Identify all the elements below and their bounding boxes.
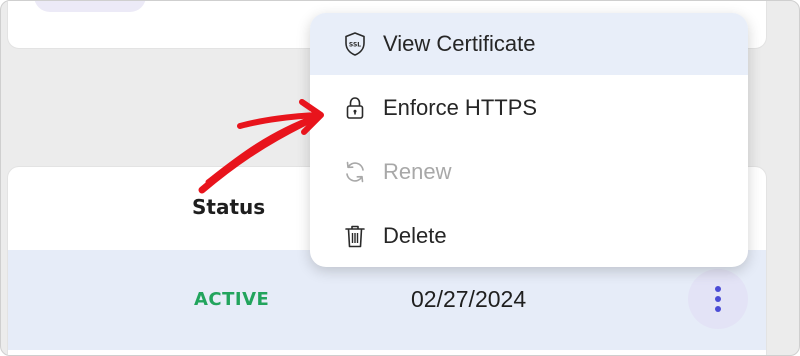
status-badge: ACTIVE [194,289,270,310]
ssl-shield-icon: SSL [345,32,365,56]
menu-item-label: Enforce HTTPS [383,95,538,120]
menu-item-renew[interactable]: Renew [310,141,748,203]
menu-item-label: View Certificate [383,31,536,56]
card-pill [34,1,146,12]
svg-text:SSL: SSL [349,42,361,49]
trash-icon [345,225,365,248]
lock-icon [346,97,364,119]
status-column-header: Status [192,195,266,219]
date-cell: 02/27/2024 [411,286,527,312]
menu-item-delete[interactable]: Delete [310,205,748,267]
row-actions-menu: SSL View Certificate Enforce HTTPS Renew [310,13,748,267]
menu-item-view-certificate[interactable]: SSL View Certificate [310,13,748,75]
menu-item-enforce-https[interactable]: Enforce HTTPS [310,77,748,139]
menu-item-label: Renew [383,159,452,184]
menu-item-label: Delete [383,223,447,248]
more-options-button[interactable] [688,269,748,329]
screenshot-frame: Status ACTIVE 02/27/2024 SSL View Certif… [0,0,800,356]
refresh-icon [346,161,364,183]
